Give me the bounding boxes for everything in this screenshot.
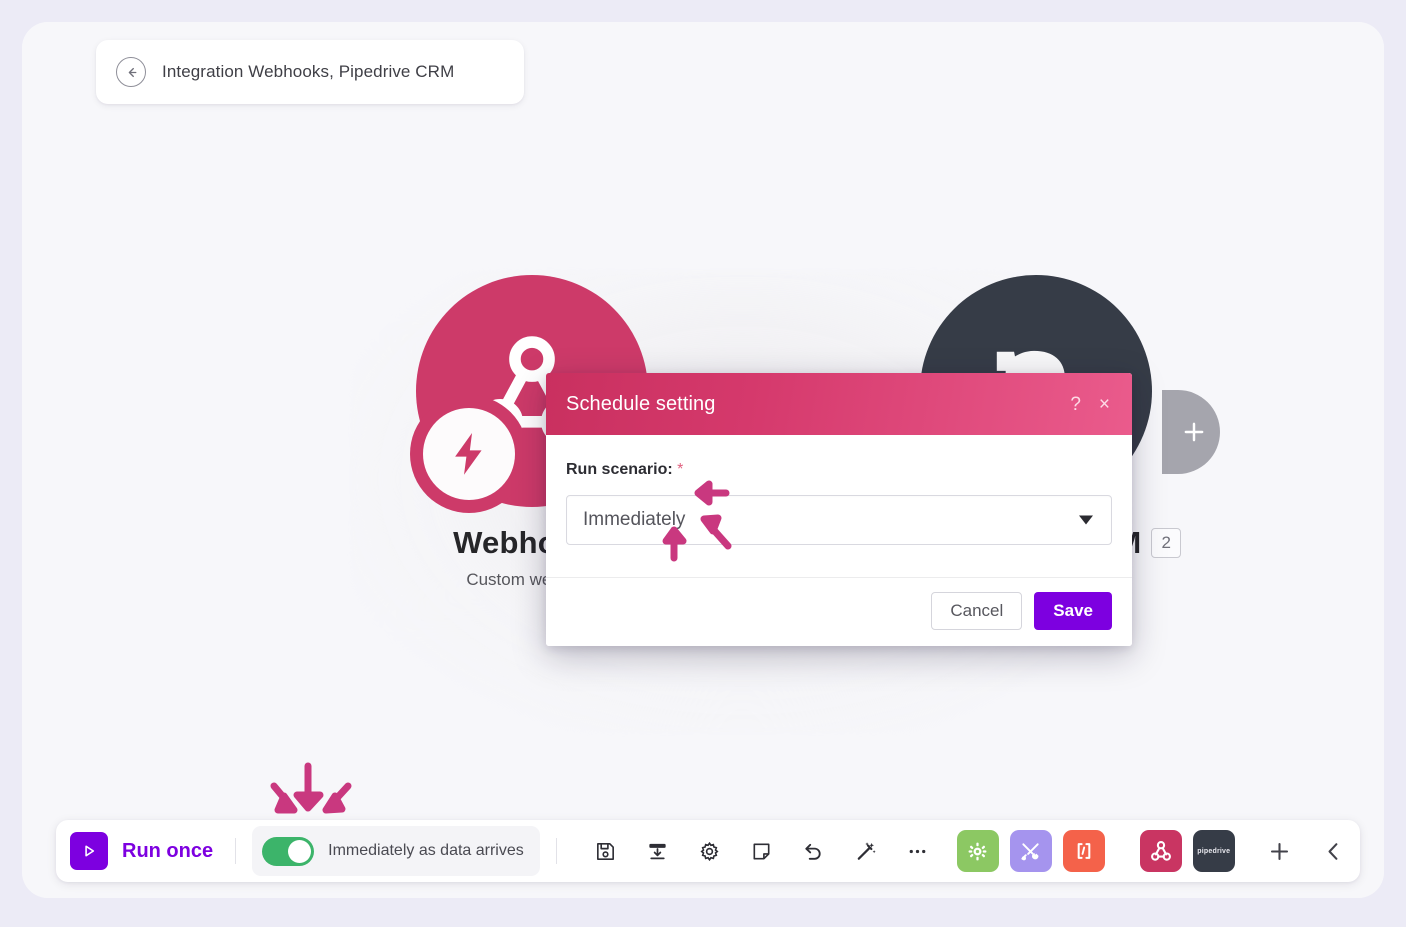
collapse-toolbar-icon[interactable]: [1320, 838, 1346, 864]
undo-icon[interactable]: [801, 838, 827, 864]
align-icon[interactable]: [645, 838, 671, 864]
save-icon[interactable]: [593, 838, 619, 864]
toolbar-app-tiles: pipedrive: [956, 830, 1235, 872]
node-pipedrive-sequence-badge: 2: [1151, 528, 1182, 558]
back-button[interactable]: [116, 57, 146, 87]
tools-icon: [1021, 842, 1039, 860]
app-tile-webhooks[interactable]: [1139, 830, 1182, 872]
schedule-toggle-label: Immediately as data arrives: [328, 842, 524, 859]
magic-wand-icon[interactable]: [853, 838, 879, 864]
webhook-instant-badge-inner: [423, 408, 515, 500]
arrow-left-icon: [128, 67, 136, 77]
dialog-header: Schedule setting ? ×: [546, 373, 1132, 435]
toolbar-divider-1: [235, 838, 237, 864]
add-module-handle[interactable]: [1162, 390, 1220, 474]
run-once-label: Run once: [122, 839, 214, 862]
plus-icon: [1270, 842, 1288, 860]
app-tile-tools-purple[interactable]: [1009, 830, 1052, 872]
app-tile-pipedrive[interactable]: pipedrive: [1192, 830, 1235, 872]
run-scenario-select[interactable]: Immediately: [566, 495, 1112, 545]
breadcrumb-title: Integration Webhooks, Pipedrive CRM: [162, 62, 455, 81]
run-once-button[interactable]: Run once: [66, 832, 219, 870]
brackets-icon: [1077, 843, 1091, 859]
dialog-body: Run scenario: * Immediately: [546, 435, 1132, 551]
play-icon: [70, 832, 108, 870]
cancel-button[interactable]: Cancel: [931, 592, 1023, 630]
save-button[interactable]: Save: [1034, 592, 1112, 630]
gear-icon[interactable]: [697, 838, 723, 864]
screen: Webhooks Custom webhook Pipedrive CRM 2 …: [0, 0, 1406, 927]
undo-arrow-glyph: [805, 843, 821, 860]
schedule-toggle-knob: [288, 839, 312, 863]
play-triangle-icon: [85, 845, 95, 857]
gear-icon: [968, 842, 987, 860]
floppy-disk-glyph: [597, 842, 615, 860]
run-scenario-label: Run scenario: *: [566, 461, 1112, 479]
chevron-left-icon: [1328, 842, 1337, 860]
help-icon[interactable]: ?: [1070, 395, 1081, 414]
note-icon[interactable]: [749, 838, 775, 864]
app-tile-tools-green[interactable]: [956, 830, 999, 872]
toolbar-divider-2: [555, 838, 557, 864]
gear-glyph: [700, 841, 719, 861]
magic-wand-glyph: [857, 841, 876, 860]
chevron-down-icon: [1079, 515, 1093, 525]
plus-icon: [1184, 422, 1204, 442]
toolbar-icons: [593, 838, 931, 864]
more-icon[interactable]: [905, 838, 931, 864]
sticky-note-glyph: [753, 842, 770, 860]
schedule-toggle-chip[interactable]: Immediately as data arrives: [252, 826, 540, 876]
pipedrive-wordmark: pipedrive: [1197, 847, 1231, 855]
dialog-title: Schedule setting: [566, 392, 716, 415]
breadcrumb[interactable]: Integration Webhooks, Pipedrive CRM: [96, 40, 524, 104]
run-scenario-label-text: Run scenario:: [566, 461, 673, 478]
app-tile-text-parser[interactable]: [1062, 830, 1105, 872]
toolbar-right-controls: [1242, 838, 1346, 864]
run-scenario-select-value: Immediately: [583, 509, 686, 530]
schedule-setting-dialog: Schedule setting ? × Run scenario: * Imm…: [546, 373, 1132, 646]
auto-align-glyph: [649, 843, 666, 859]
webhook-icon: [1150, 841, 1171, 861]
instant-lightning-icon: [455, 432, 482, 475]
dialog-footer: Cancel Save: [546, 577, 1132, 646]
schedule-toggle[interactable]: [262, 836, 315, 866]
ellipsis-glyph: [909, 849, 926, 853]
close-icon[interactable]: ×: [1099, 395, 1110, 414]
add-module-icon[interactable]: [1266, 838, 1292, 864]
required-marker: *: [677, 461, 684, 478]
bottom-toolbar: Run once Immediately as data arrives pip…: [56, 820, 1360, 882]
app-card: Webhooks Custom webhook Pipedrive CRM 2 …: [22, 22, 1384, 898]
webhook-instant-badge: [410, 395, 528, 513]
